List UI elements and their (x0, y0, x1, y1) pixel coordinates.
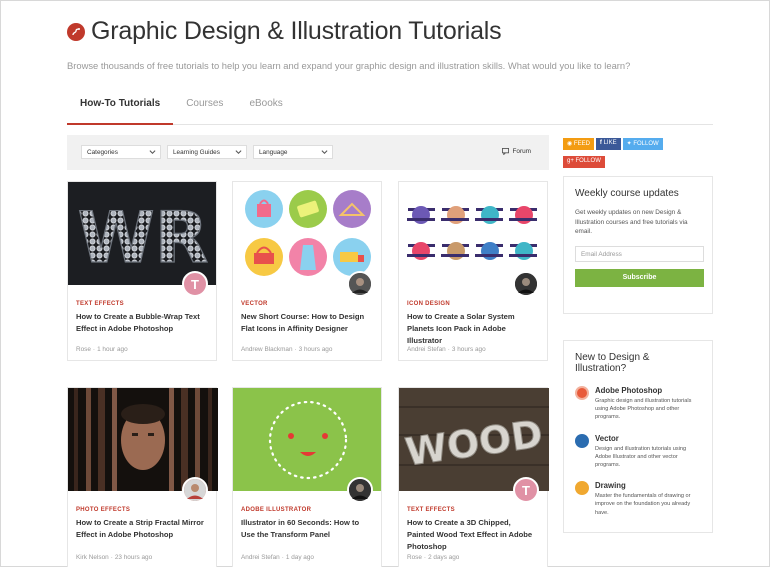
avatar[interactable]: T (513, 477, 539, 503)
wood-text-thumbnail: WOOD T (399, 388, 549, 503)
subscribe-button[interactable]: Subscribe (575, 268, 704, 287)
filter-bar: Categories Learning Guides Language Foru… (67, 135, 549, 170)
chat-bubble-icon (501, 148, 509, 155)
forum-link[interactable]: Forum (501, 148, 531, 155)
fractal-mirror-thumbnail (68, 388, 218, 503)
chevron-down-icon (235, 150, 242, 154)
tutorial-card[interactable]: Vector New Short Course: How to Design F… (232, 181, 382, 361)
course-description: Graphic design and illustration tutorial… (595, 398, 692, 421)
content-tabs: How-To Tutorials Courses eBooks (67, 91, 713, 125)
tab-courses[interactable]: Courses (173, 91, 236, 125)
card-title[interactable]: How to Create a Solar System Planets Ico… (407, 311, 539, 347)
card-author[interactable]: Rose (407, 554, 422, 561)
pencil-icon (575, 481, 589, 496)
course-item-drawing[interactable]: Drawing Master the fundamentals of drawi… (575, 481, 701, 517)
rss-feed-label: FEED (573, 141, 590, 147)
card-category[interactable]: Photo Effects (76, 507, 208, 513)
avatar[interactable] (513, 271, 539, 297)
course-item-photoshop[interactable]: Adobe Photoshop Graphic design and illus… (575, 386, 701, 422)
thumb-wr-text: WR (77, 197, 208, 279)
tab-ebooks[interactable]: eBooks (236, 91, 295, 125)
facebook-like-button[interactable]: f LIKE (595, 138, 621, 150)
card-title[interactable]: How to Create a 3D Chipped, Painted Wood… (407, 517, 539, 553)
course-title[interactable]: Adobe Photoshop (595, 386, 701, 395)
learning-guides-select[interactable]: Learning Guides (167, 145, 247, 159)
card-title[interactable]: How to Create a Bubble-Wrap Text Effect … (76, 311, 208, 335)
bubble-wrap-thumbnail: WR T (68, 182, 216, 297)
card-time: 1 hour ago (97, 346, 128, 353)
page-title: Graphic Design & Illustration Tutorials (91, 17, 502, 45)
card-title[interactable]: Illustrator in 60 Seconds: How to Use th… (241, 517, 373, 541)
language-select-label: Language (259, 149, 288, 156)
card-category[interactable]: Icon Design (407, 301, 539, 307)
card-author[interactable]: Andrei Stefan (241, 554, 280, 561)
avatar[interactable] (182, 477, 208, 503)
forum-link-label: Forum (512, 148, 531, 155)
weekly-updates-heading: Weekly course updates (575, 188, 679, 199)
photoshop-icon (575, 386, 589, 400)
categories-select-label: Categories (87, 149, 118, 156)
card-category[interactable]: Text Effects (407, 507, 539, 513)
avatar[interactable] (347, 477, 373, 503)
google-plus-icon: g+ (567, 158, 576, 164)
chevron-down-icon (149, 150, 156, 154)
chevron-down-icon (321, 150, 328, 154)
page-header: Graphic Design & Illustration Tutorials … (67, 17, 727, 71)
card-author[interactable]: Rose (76, 346, 91, 353)
twitter-follow-label: FOLLOW (633, 141, 659, 147)
weekly-updates-text: Get weekly updates on new Design & Illus… (575, 209, 688, 236)
rss-feed-button[interactable]: ◉ FEED (563, 138, 594, 150)
card-category[interactable]: Adobe Illustrator (241, 507, 373, 513)
tutorial-card[interactable]: WOOD T Text Effects How to Create a 3D C… (398, 387, 549, 567)
google-plus-follow-label: FOLLOW (575, 158, 601, 164)
card-author[interactable]: Kirk Nelson (76, 554, 109, 561)
tutorial-card[interactable]: Icon Design How to Create a Solar System… (398, 181, 548, 361)
learning-guides-select-label: Learning Guides (173, 149, 220, 156)
tutorial-card[interactable]: Photo Effects How to Create a Strip Frac… (67, 387, 218, 567)
tutorial-card[interactable]: Adobe Illustrator Illustrator in 60 Seco… (232, 387, 382, 567)
flat-icons-thumbnail (233, 182, 381, 297)
email-field[interactable]: Email Address (575, 245, 704, 262)
card-author[interactable]: Andrei Stefan (407, 346, 446, 353)
transform-panel-thumbnail (233, 388, 381, 503)
page-subtitle: Browse thousands of free tutorials to he… (67, 60, 631, 71)
avatar[interactable]: T (182, 271, 208, 297)
card-category[interactable]: Vector (241, 301, 373, 307)
rss-icon: ◉ (567, 141, 574, 147)
new-to-heading: New to Design & Illustration? (575, 352, 650, 374)
course-description: Design and illustration tutorials using … (595, 445, 687, 469)
new-to-box: New to Design & Illustration? Adobe Phot… (563, 340, 713, 533)
google-plus-follow-button[interactable]: g+ FOLLOW (563, 156, 605, 168)
course-item-vector[interactable]: Vector Design and illustration tutorials… (575, 433, 701, 470)
pen-icon (575, 433, 589, 448)
card-time: 3 hours ago (451, 346, 486, 353)
card-time: 3 hours ago (298, 346, 333, 353)
card-time: 23 hours ago (114, 554, 153, 561)
tutorial-card[interactable]: WR T Text Effects How to Create a Bubble… (67, 181, 217, 361)
course-title[interactable]: Drawing (595, 481, 701, 490)
planets-icon-thumbnail (399, 182, 547, 297)
tab-how-to-tutorials[interactable]: How-To Tutorials (67, 91, 174, 125)
card-title[interactable]: New Short Course: How to Design Flat Ico… (241, 311, 373, 335)
avatar[interactable] (347, 271, 373, 297)
card-title[interactable]: How to Create a Strip Fractal Mirror Eff… (76, 517, 208, 541)
course-description: Master the fundamentals of drawing or im… (595, 493, 691, 516)
language-select[interactable]: Language (253, 145, 333, 159)
card-time: 2 days ago (428, 554, 460, 561)
card-category[interactable]: Text Effects (76, 301, 208, 307)
card-time: 1 day ago (285, 554, 314, 561)
twitter-follow-button[interactable]: ✦ FOLLOW (622, 138, 663, 150)
social-buttons: ◉ FEED f LIKE ✦ FOLLOW g+ FOLLOW (563, 138, 713, 174)
facebook-like-label: LIKE (603, 140, 617, 146)
card-author[interactable]: Andrew Blackman (241, 346, 293, 353)
weekly-updates-box: Weekly course updates Get weekly updates… (563, 176, 713, 314)
course-title[interactable]: Vector (595, 434, 701, 443)
design-category-icon (67, 22, 85, 41)
categories-select[interactable]: Categories (81, 145, 161, 159)
